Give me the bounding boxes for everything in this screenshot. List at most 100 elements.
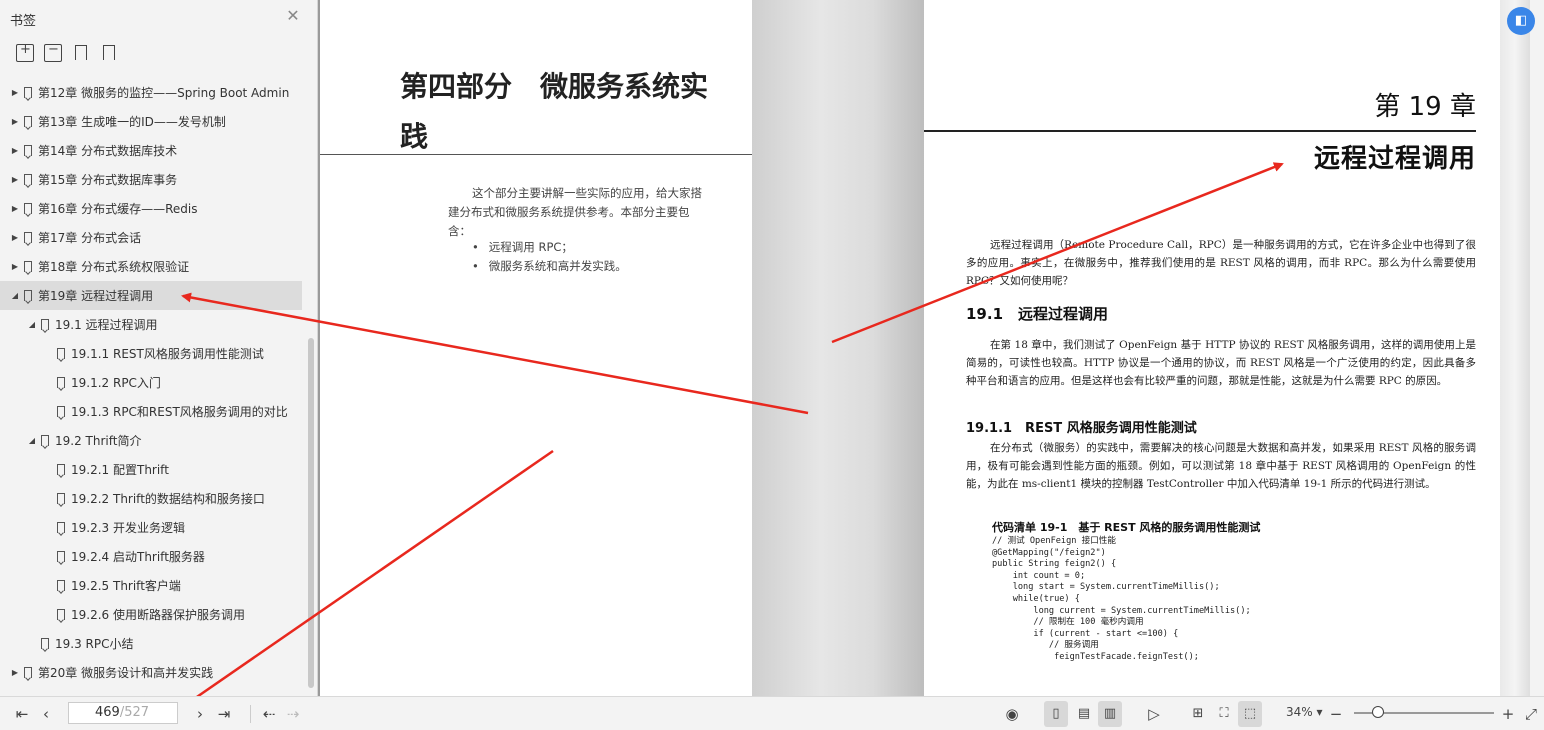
eye-protection-icon[interactable]: ◉ [1002, 704, 1022, 724]
bookmark-label: 19.3 RPC小结 [55, 637, 134, 651]
zoom-slider[interactable] [1354, 706, 1494, 718]
bookmark-item[interactable]: ▶ 第18章 分布式系统权限验证 [0, 252, 304, 281]
translate-icon[interactable]: ◧ [1507, 7, 1535, 35]
zoom-in-icon[interactable]: + [1500, 704, 1516, 724]
bookmark-item[interactable]: 19.2.1 配置Thrift [0, 455, 304, 484]
first-page-icon[interactable]: ⇤ [14, 704, 30, 724]
list-item: 微服务系统和高并发实践。 [472, 257, 627, 276]
zoom-level[interactable]: 34% ▾ [1286, 705, 1323, 719]
two-page-mode-icon[interactable]: ▥ [1098, 701, 1122, 727]
close-icon[interactable]: ✕ [286, 8, 300, 24]
bookmark-item[interactable]: ▶ 第14章 分布式数据库技术 [0, 136, 304, 165]
bookmark-item[interactable]: ▶ 第17章 分布式会话 [0, 223, 304, 252]
fit-width-icon[interactable]: ⬚ [1238, 701, 1262, 727]
bookmark-label: 19.2.6 使用断路器保护服务调用 [71, 608, 245, 622]
bookmark-item[interactable]: ▶ 第20章 微服务设计和高并发实践 [0, 658, 304, 687]
bookmark-icon [24, 174, 32, 185]
expand-arrow-icon[interactable]: ▶ [10, 233, 20, 242]
bookmark-icon [24, 203, 32, 214]
bookmark-label: 19.1.2 RPC入门 [71, 376, 161, 390]
paragraph: 在分布式（微服务）的实践中，需要解决的核心问题是大数据和高并发，如果采用 RES… [966, 442, 1476, 490]
list-item: 远程调用 RPC； [472, 238, 627, 257]
document-view[interactable]: 第四部分 微服务系统实践 这个部分主要讲解一些实际的应用，给大家搭建分布式和微服… [318, 0, 1530, 696]
bookmark-icon [24, 290, 32, 301]
expand-arrow-icon[interactable]: ▶ [10, 146, 20, 155]
bookmark-item[interactable]: ▶ 第13章 生成唯一的ID——发号机制 [0, 107, 304, 136]
bookmark-item[interactable]: ◢ 第19章 远程过程调用 [0, 281, 302, 310]
bookmark-item[interactable]: 19.2.5 Thrift客户端 [0, 571, 304, 600]
bookmark-label: 19.1.3 RPC和REST风格服务调用的对比 [71, 405, 288, 419]
bookmark-item[interactable]: ▶ 第12章 微服务的监控——Spring Boot Admin [0, 78, 304, 107]
expand-arrow-icon[interactable]: ▶ [10, 117, 20, 126]
bookmark-icon [57, 348, 65, 359]
fullscreen-icon[interactable]: ⤢ [1522, 704, 1540, 724]
paragraph: 远程过程调用（Remote Procedure Call，RPC）是一种服务调用… [966, 239, 1476, 287]
expand-arrow-icon[interactable]: ▶ [10, 88, 20, 97]
actual-size-icon[interactable]: ⊞ [1186, 701, 1210, 727]
bookmark-label: 第17章 分布式会话 [38, 231, 142, 245]
play-icon[interactable]: ▷ [1144, 704, 1164, 724]
code-listing: // 测试 OpenFeign 接口性能 @GetMapping("/feign… [992, 536, 1251, 662]
next-page-icon[interactable]: › [192, 704, 208, 724]
status-bar: ⇤ ‹ 469/527 › ⇥ ⇠ ⇢ ◉ ▯ ▤ ▥ ▷ ⊞ ⛶ ⬚ 34% … [0, 696, 1544, 730]
bookmark-item[interactable]: ▶ 第16章 分布式缓存——Redis [0, 194, 304, 223]
part-title: 第四部分 微服务系统实践 [400, 70, 709, 153]
bookmark-label: 19.1.1 REST风格服务调用性能测试 [71, 347, 264, 361]
bookmark-label: 19.1 远程过程调用 [55, 318, 158, 332]
bookmark-item[interactable]: 19.2.4 启动Thrift服务器 [0, 542, 304, 571]
expand-arrow-icon[interactable]: ▶ [10, 204, 20, 213]
page-469: 第 19 章 远程过程调用 远程过程调用（Remote Procedure Ca… [924, 0, 1500, 696]
bookmark-label: 第14章 分布式数据库技术 [38, 144, 178, 158]
bookmark-icon [57, 580, 65, 591]
bookmark-icon [57, 493, 65, 504]
bookmark-icon [24, 232, 32, 243]
bookmark-item[interactable]: 19.2.6 使用断路器保护服务调用 [0, 600, 304, 629]
bookmark-icon [57, 522, 65, 533]
bookmark-item[interactable]: 19.3 RPC小结 [0, 629, 304, 658]
bookmark-icon [41, 638, 49, 649]
single-page-mode-icon[interactable]: ▯ [1044, 701, 1068, 727]
expand-arrow-icon[interactable]: ▶ [10, 262, 20, 271]
bookmark-sidebar: 书签 ✕ ▶ 第12章 微服务的监控——Spring Boot Admin ▶ 第13… [0, 0, 318, 696]
collapse-arrow-icon[interactable]: ◢ [27, 436, 37, 445]
sidebar-scrollbar[interactable] [308, 338, 314, 688]
bookmark-item[interactable]: ◢ 19.1 远程过程调用 [0, 310, 304, 339]
expand-all-icon[interactable] [16, 42, 34, 62]
bookmark-item[interactable]: ▶ 第15章 分布式数据库事务 [0, 165, 304, 194]
bookmark-item[interactable]: 19.2.2 Thrift的数据结构和服务接口 [0, 484, 304, 513]
expand-arrow-icon[interactable]: ▶ [10, 668, 20, 677]
part-intro: 这个部分主要讲解一些实际的应用，给大家搭建分布式和微服务系统提供参考。本部分主要… [448, 186, 702, 238]
bookmark-item[interactable]: 19.2.3 开发业务逻辑 [0, 513, 304, 542]
fit-page-icon[interactable]: ⛶ [1212, 701, 1236, 727]
bookmark-icon [24, 87, 32, 98]
back-icon[interactable]: ⇠ [260, 704, 278, 724]
bookmark-item[interactable]: 19.1.1 REST风格服务调用性能测试 [0, 339, 304, 368]
expand-arrow-icon[interactable]: ▶ [10, 175, 20, 184]
bookmark-item[interactable]: ◢ 19.2 Thrift简介 [0, 426, 304, 455]
bookmark-icon [24, 667, 32, 678]
bookmark-icon [57, 551, 65, 562]
zoom-out-icon[interactable]: − [1328, 704, 1344, 724]
chapter-number: 第 19 章 [1374, 92, 1476, 122]
forward-icon[interactable]: ⇢ [284, 704, 302, 724]
collapse-arrow-icon[interactable]: ◢ [10, 291, 20, 300]
page-number-input[interactable]: 469/527 [68, 702, 178, 724]
bookmark-item[interactable]: 19.1.3 RPC和REST风格服务调用的对比 [0, 397, 304, 426]
scroll-edge [1500, 0, 1530, 696]
bookmark-icon[interactable] [100, 44, 118, 62]
bookmark-item[interactable]: 19.1.2 RPC入门 [0, 368, 304, 397]
last-page-icon[interactable]: ⇥ [216, 704, 232, 724]
collapse-all-icon[interactable] [44, 42, 62, 62]
zoom-slider-handle[interactable] [1371, 706, 1384, 718]
bookmark-label: 第13章 生成唯一的ID——发号机制 [38, 115, 226, 129]
page-468: 第四部分 微服务系统实践 这个部分主要讲解一些实际的应用，给大家搭建分布式和微服… [320, 0, 752, 696]
divider [320, 154, 752, 155]
bookmark-icon [41, 435, 49, 446]
collapse-arrow-icon[interactable]: ◢ [27, 320, 37, 329]
add-bookmark-icon[interactable] [72, 44, 90, 62]
bookmark-icon [57, 406, 65, 417]
bookmark-label: 19.2.4 启动Thrift服务器 [71, 550, 205, 564]
prev-page-icon[interactable]: ‹ [38, 704, 54, 724]
continuous-mode-icon[interactable]: ▤ [1072, 701, 1096, 727]
sidebar-title: 书签 [10, 14, 37, 29]
